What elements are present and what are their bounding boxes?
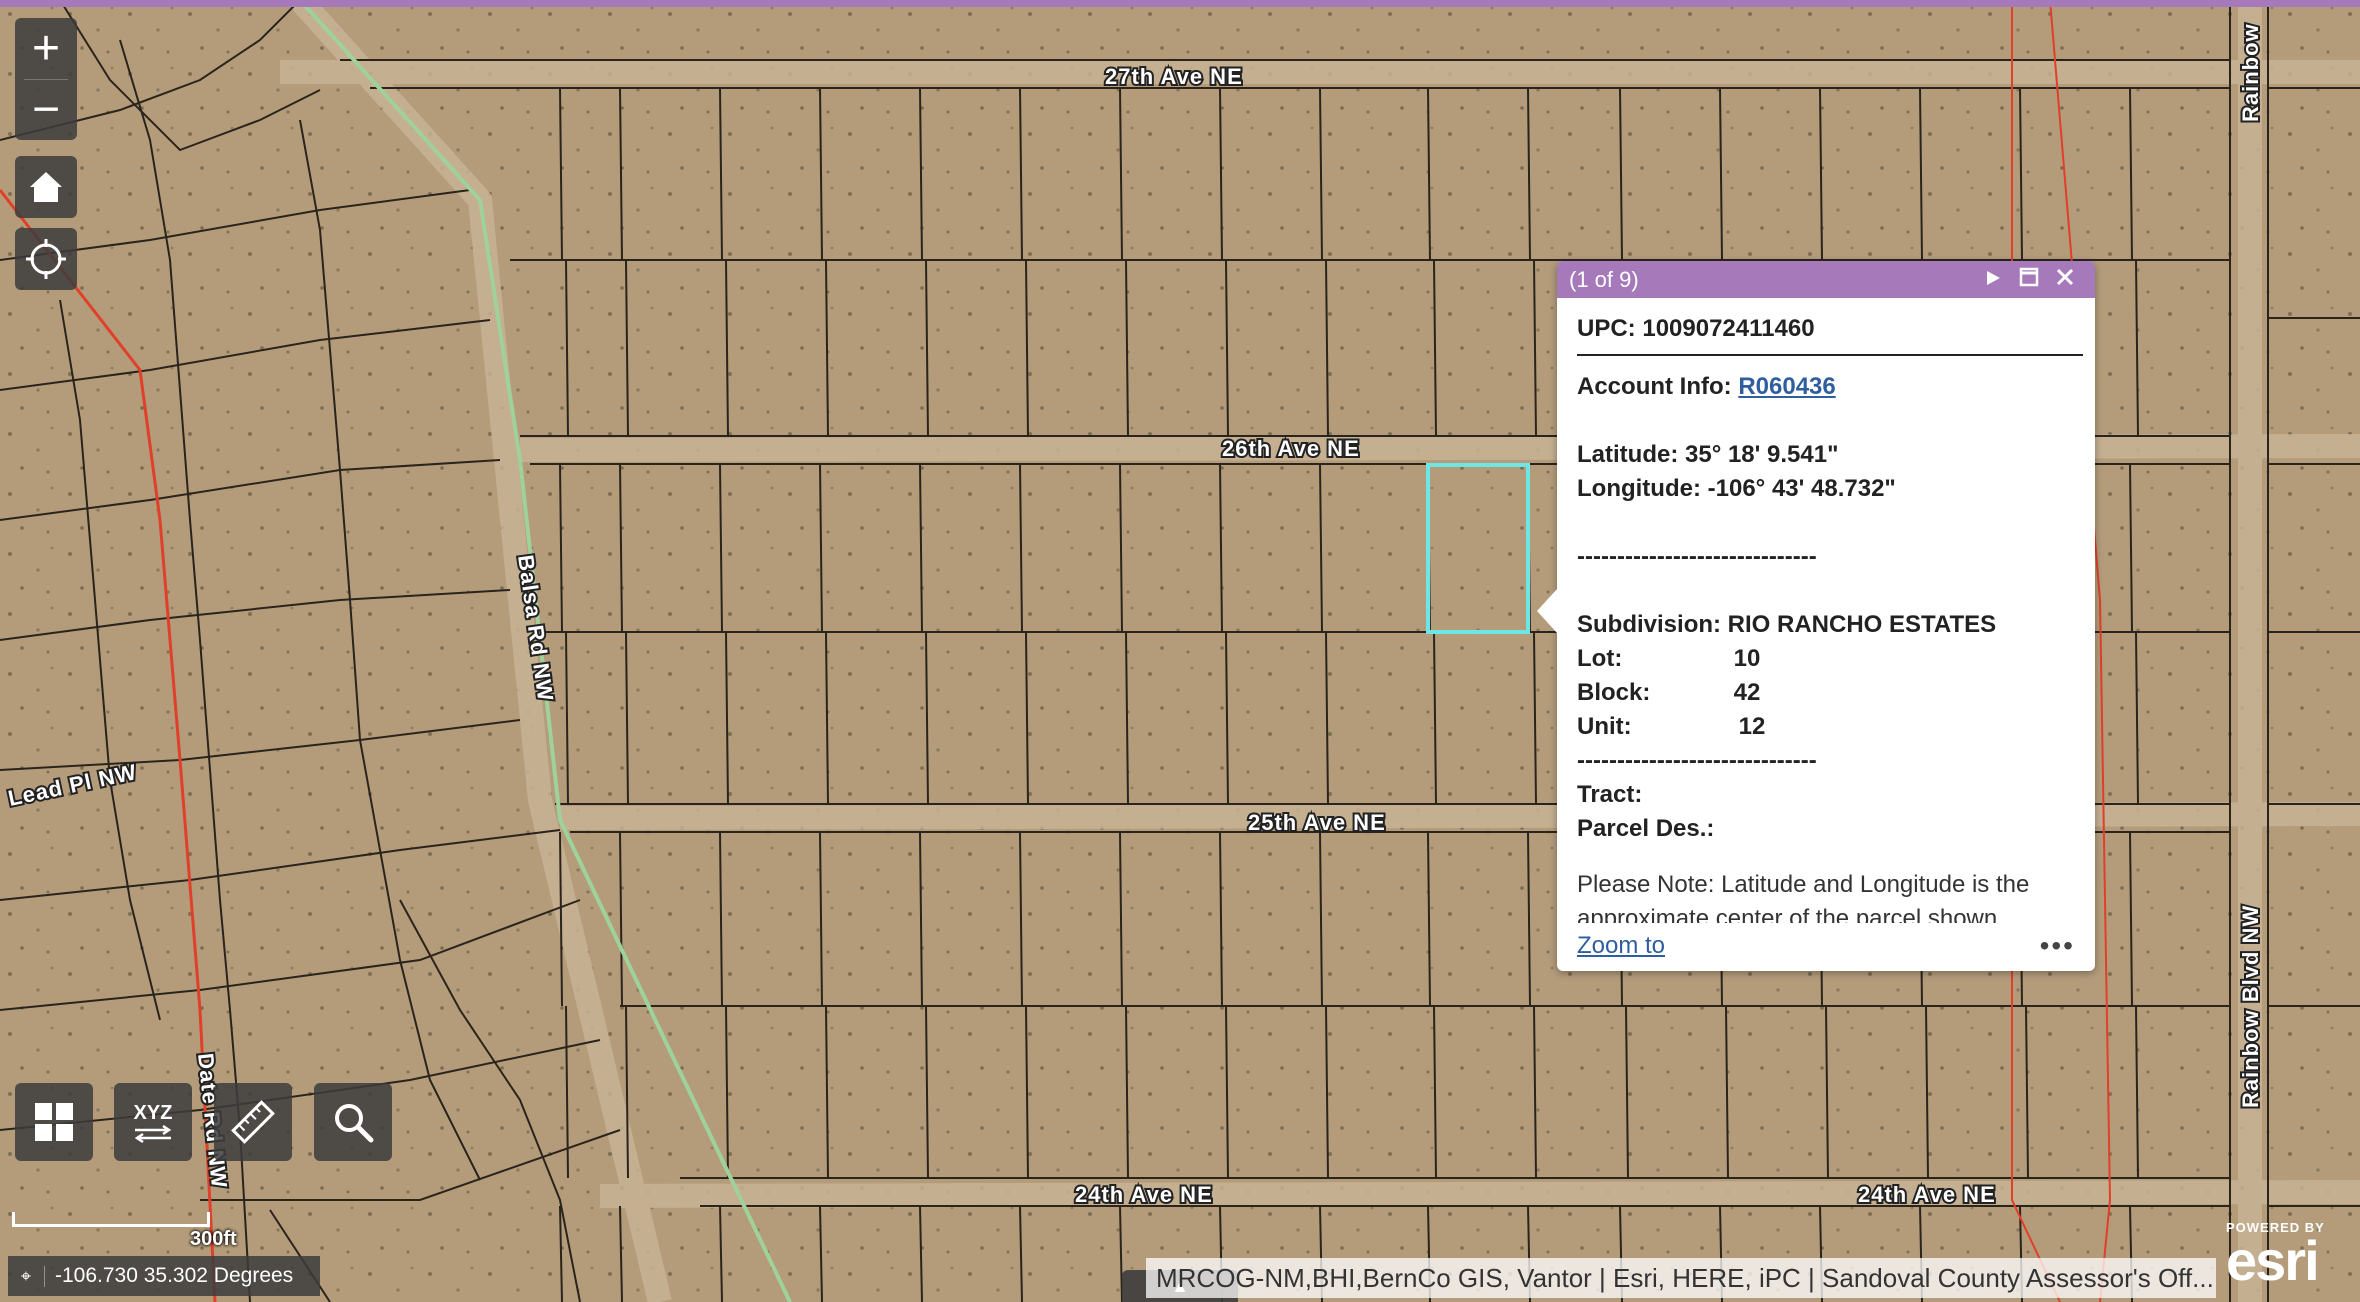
maximize-popup-button[interactable] xyxy=(2011,267,2047,293)
coordinate-conversion-button[interactable]: XYZ xyxy=(114,1083,192,1161)
home-icon xyxy=(30,172,62,202)
account-link[interactable]: R060436 xyxy=(1738,373,1835,400)
next-feature-button[interactable] xyxy=(1975,267,2011,293)
ruler-icon xyxy=(231,1100,275,1144)
block-label: Block: xyxy=(1577,679,1651,706)
block-value: 42 xyxy=(1733,679,1761,706)
tract-row: Tract: xyxy=(1577,778,2083,812)
street-label-rainbow: Rainbow xyxy=(2238,23,2263,122)
coordinate-text: -106.730 35.302 Degrees xyxy=(55,1264,294,1287)
upc-value: 1009072411460 xyxy=(1642,315,1815,342)
zoom-to-link[interactable]: Zoom to xyxy=(1577,932,2040,960)
account-label: Account Info: xyxy=(1577,373,1732,400)
grid-icon xyxy=(35,1103,73,1141)
xyz-icon: XYZ xyxy=(133,1101,173,1124)
street-label-24th-west: 24th Ave NE xyxy=(1075,1182,1213,1207)
map-attribution[interactable]: MRCOG-NM,BHI,BernCo GIS, Vantor | Esri, … xyxy=(1146,1258,2216,1298)
street-label-25th: 25th Ave NE xyxy=(1248,810,1386,835)
longitude-row: Longitude: -106° 43' 48.732" xyxy=(1577,472,2083,506)
popup-footer: Zoom to ••• xyxy=(1557,926,2095,966)
block-row: Block: 42 xyxy=(1577,676,2083,710)
esri-logo: POWERED BY esri xyxy=(2226,1220,2358,1300)
zoom-control: + − xyxy=(15,18,77,140)
popup-feature-count: (1 of 9) xyxy=(1569,266,1639,292)
latitude-label: Latitude: xyxy=(1577,441,1679,468)
locate-icon xyxy=(26,239,66,279)
search-icon xyxy=(335,1104,374,1143)
scale-bar-label: 300ft xyxy=(190,1228,237,1250)
search-button[interactable] xyxy=(314,1083,392,1161)
parcel-des-label: Parcel Des.: xyxy=(1577,815,1715,842)
account-row: Account Info: R060436 xyxy=(1577,370,2083,404)
upc-label: UPC: xyxy=(1577,315,1636,342)
close-popup-button[interactable] xyxy=(2047,267,2083,293)
popup-note: Please Note: Latitude and Longitude is t… xyxy=(1577,871,2030,923)
latitude-row: Latitude: 35° 18' 9.541" xyxy=(1577,438,2083,472)
zoom-out-button[interactable]: − xyxy=(15,80,77,140)
longitude-value: -106° 43' 48.732" xyxy=(1707,475,1896,502)
lot-row: Lot: 10 xyxy=(1577,642,2083,676)
zoom-in-button[interactable]: + xyxy=(15,19,77,79)
play-icon xyxy=(1987,270,2000,285)
street-label-rainbow-blvd: Rainbow Blvd NW xyxy=(2238,905,2263,1108)
home-button[interactable] xyxy=(15,156,77,218)
longitude-label: Longitude: xyxy=(1577,475,1701,502)
subdivision-value: RIO RANCHO ESTATES xyxy=(1727,611,1997,638)
top-accent-bar xyxy=(0,0,2360,7)
popup-header: (1 of 9) xyxy=(1557,261,2095,298)
popup-content[interactable]: UPC: 1009072411460 Account Info: R060436… xyxy=(1557,298,2095,923)
street-label-26th: 26th Ave NE xyxy=(1222,436,1360,461)
locate-button[interactable] xyxy=(15,228,77,290)
street-label-27th: 27th Ave NE xyxy=(1105,64,1243,89)
esri-wordmark: esri xyxy=(2226,1229,2320,1292)
parcel-des-row: Parcel Des.: xyxy=(1577,812,2083,846)
crosshair-icon: ⌖ xyxy=(8,1265,45,1287)
unit-value: 12 xyxy=(1738,713,1766,740)
lot-label: Lot: xyxy=(1577,645,1623,672)
scale-bar xyxy=(12,1212,210,1227)
subdivision-label: Subdivision: xyxy=(1577,611,1721,638)
lot-value: 10 xyxy=(1733,645,1761,672)
street-label-24th-east: 24th Ave NE xyxy=(1858,1182,1996,1207)
swap-arrows-icon xyxy=(134,1124,172,1143)
basemap-gallery-button[interactable] xyxy=(15,1083,93,1161)
unit-row: Unit: 12 xyxy=(1577,710,2083,744)
latitude-value: 35° 18' 9.541" xyxy=(1685,441,1839,468)
divider-2: ------------------------------ xyxy=(1577,747,1817,774)
measure-button[interactable] xyxy=(214,1083,292,1161)
maximize-icon xyxy=(2019,267,2039,286)
unit-label: Unit: xyxy=(1577,713,1632,740)
close-icon xyxy=(2056,268,2074,285)
popup-title: UPC: 1009072411460 xyxy=(1577,298,2083,356)
more-actions-button[interactable]: ••• xyxy=(2040,930,2075,962)
coordinate-readout[interactable]: ⌖ -106.730 35.302 Degrees xyxy=(8,1256,320,1296)
divider-1: ------------------------------ xyxy=(1577,543,1817,570)
tract-label: Tract: xyxy=(1577,781,1643,808)
feature-popup: (1 of 9) UPC: 1009072411460 Account Info… xyxy=(1537,261,2095,971)
subdivision-row: Subdivision: RIO RANCHO ESTATES xyxy=(1577,608,2083,642)
